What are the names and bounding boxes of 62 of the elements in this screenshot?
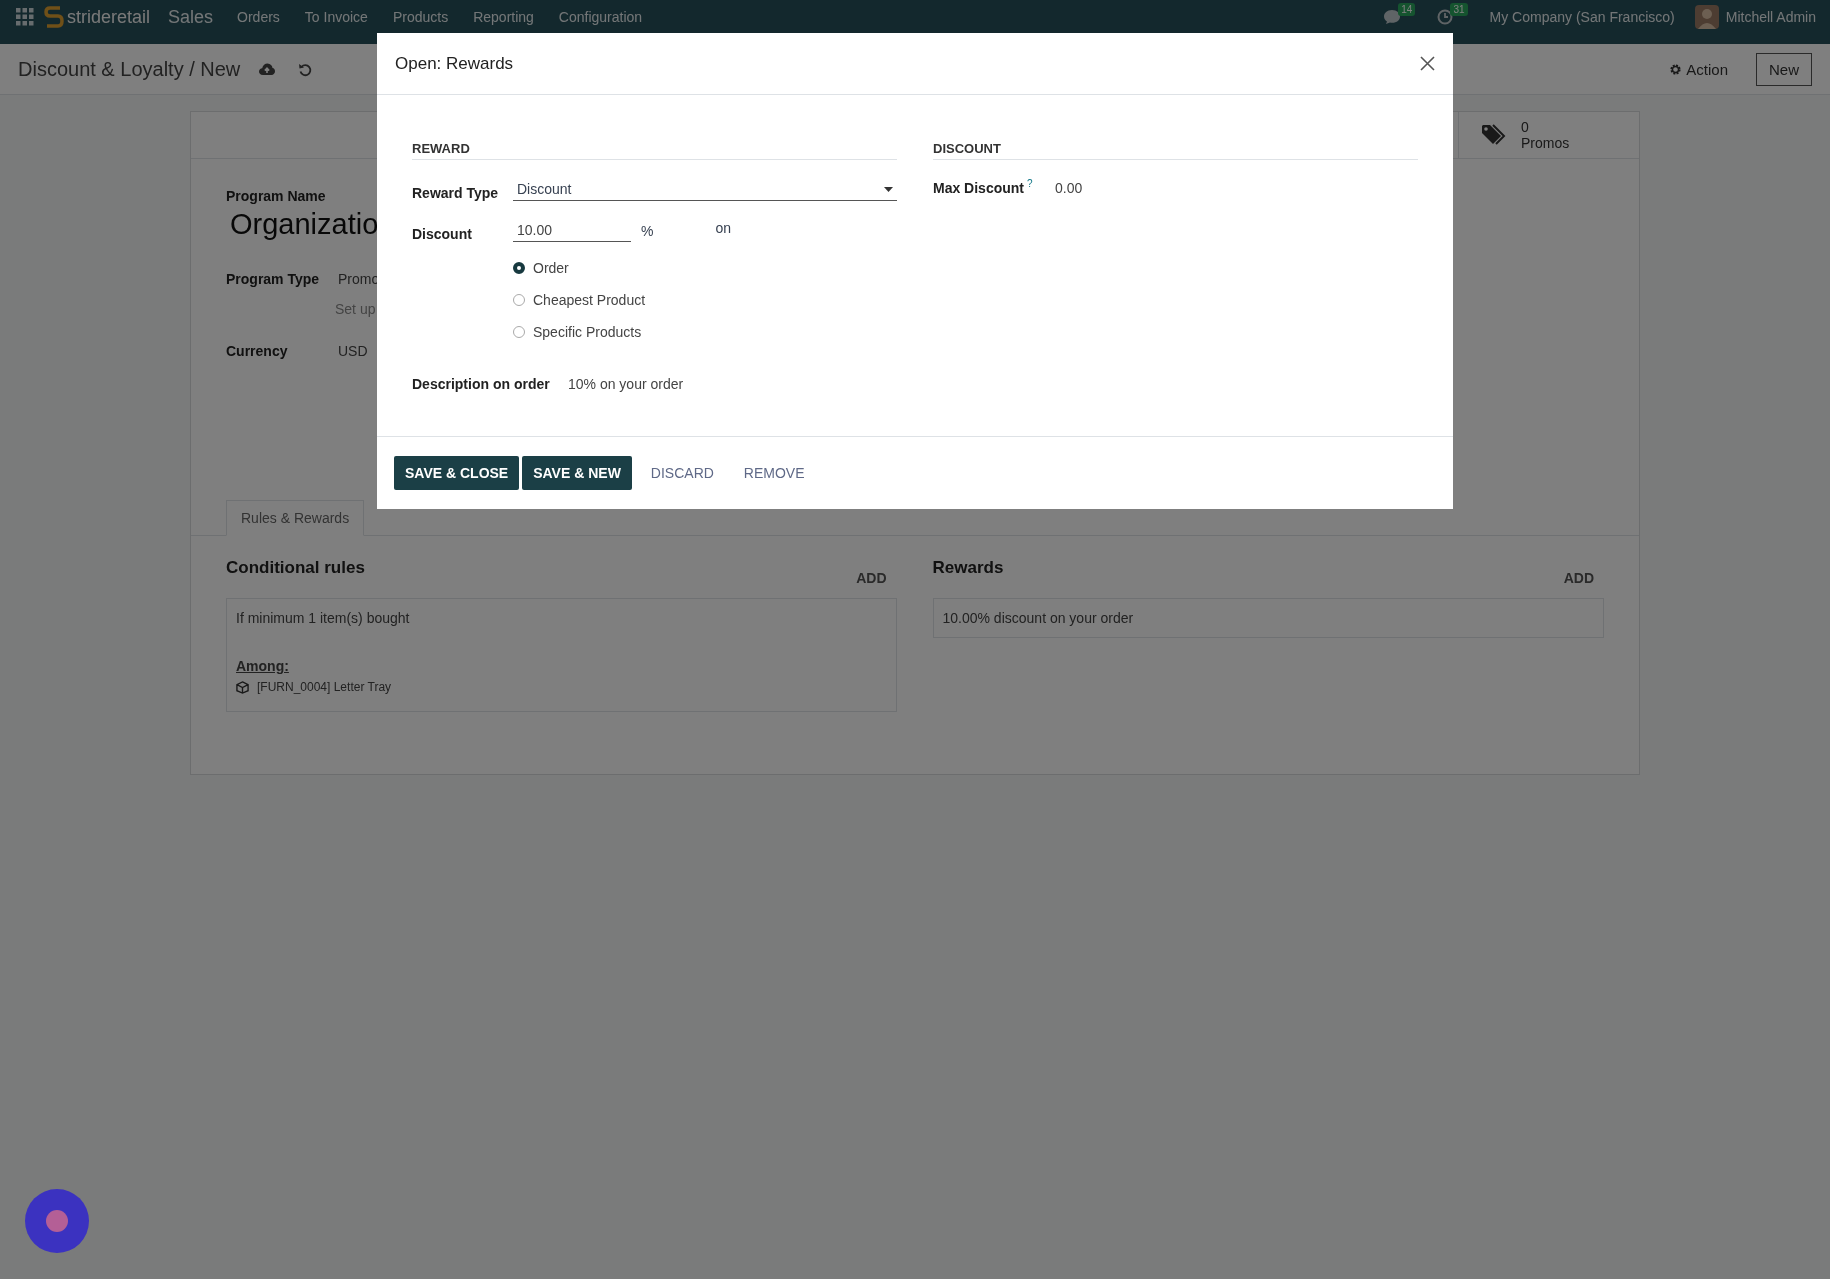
cloud-upload-icon[interactable] bbox=[258, 62, 277, 76]
field-label: Description on order bbox=[412, 376, 551, 392]
avatar-icon[interactable] bbox=[1694, 5, 1719, 29]
currency-value[interactable]: USD bbox=[338, 343, 368, 359]
rule-text: If minimum 1 item(s) bought bbox=[236, 610, 411, 626]
company-switcher[interactable]: My Company (San Francisco) bbox=[1489, 9, 1675, 25]
menu-item[interactable]: Configuration bbox=[558, 9, 643, 25]
menu-item[interactable]: Reporting bbox=[473, 9, 534, 25]
cube-icon bbox=[236, 680, 249, 694]
menu-item[interactable]: Products bbox=[392, 9, 449, 25]
section-title: Conditional rules bbox=[226, 558, 365, 578]
promos-label: Promos bbox=[1521, 135, 1570, 151]
caret-icon bbox=[884, 186, 893, 192]
apps-menu-icon[interactable] bbox=[16, 8, 34, 26]
add-link[interactable]: ADD bbox=[1563, 570, 1594, 586]
product-name: [FURN_0004] Letter Tray bbox=[257, 680, 392, 694]
chat-icon[interactable] bbox=[1383, 9, 1402, 25]
on-label: on bbox=[715, 220, 732, 236]
radio-option[interactable]: Cheapest Product bbox=[513, 292, 897, 308]
reward-card[interactable]: 10.00% discount on your order bbox=[932, 598, 1604, 638]
section-title: Rewards bbox=[932, 558, 1004, 578]
activity-count-badge: 31 bbox=[1450, 3, 1468, 16]
gear-icon bbox=[1669, 62, 1683, 76]
action-button[interactable]: Action bbox=[1663, 59, 1734, 79]
save-button[interactable]: SAVE & CLOSE bbox=[394, 456, 520, 490]
field-label: Program Type bbox=[226, 271, 321, 287]
menu-item[interactable]: To Invoice bbox=[304, 9, 368, 25]
clock-icon[interactable] bbox=[1437, 9, 1454, 25]
add-link[interactable]: ADD bbox=[856, 570, 887, 586]
new-button[interactable]: New bbox=[1756, 52, 1812, 86]
section-heading: DISCOUNT bbox=[933, 141, 1418, 160]
dialog-title: Open: Rewards bbox=[395, 53, 514, 74]
description-field[interactable]: 10% on your order bbox=[568, 376, 684, 392]
message-count-badge: 14 bbox=[1398, 3, 1416, 16]
brand-name[interactable]: strideretail bbox=[67, 6, 151, 28]
field-label: Currency bbox=[226, 343, 289, 359]
radio-option[interactable]: Order bbox=[513, 260, 897, 276]
notebook-tab[interactable]: Rules & Rewards bbox=[226, 500, 365, 536]
among-label: Among: bbox=[236, 658, 290, 674]
promo-count: 0 bbox=[1521, 119, 1530, 135]
app-name[interactable]: Sales bbox=[168, 6, 214, 28]
promos-stat-button[interactable]: 0 Promos bbox=[1458, 112, 1639, 158]
rule-card[interactable]: If minimum 1 item(s) bought Among: [FURN_0004] Letter Tray bbox=[226, 598, 897, 712]
user-name[interactable]: Mitchell Admin bbox=[1725, 9, 1816, 25]
menu-item[interactable]: Orders bbox=[237, 9, 280, 25]
field-label: Max Discount $^{?}$ bbox=[933, 178, 1034, 196]
footer-link-button[interactable]: DISCARD bbox=[639, 456, 725, 490]
max-discount-field[interactable]: 0.00 bbox=[1055, 179, 1083, 196]
breadcrumb[interactable]: Discount & Loyalty / New bbox=[18, 57, 241, 81]
logo-icon bbox=[44, 5, 64, 29]
close-icon[interactable] bbox=[1420, 56, 1435, 71]
field-label: Reward Type bbox=[412, 185, 500, 201]
field-label: Program Name bbox=[226, 188, 326, 204]
undo-icon[interactable] bbox=[298, 61, 314, 77]
reward-type-select[interactable]: Discount bbox=[513, 178, 897, 201]
footer-link-button[interactable]: REMOVE bbox=[732, 456, 816, 490]
save-button[interactable]: SAVE & NEW bbox=[522, 456, 632, 490]
radio-option[interactable]: Specific Products bbox=[513, 324, 897, 340]
field-label: Discount bbox=[412, 226, 473, 242]
percent-unit: % bbox=[641, 223, 654, 239]
section-heading: REWARD bbox=[412, 141, 897, 160]
reward-text: 10.00% discount on your order bbox=[942, 610, 1135, 626]
